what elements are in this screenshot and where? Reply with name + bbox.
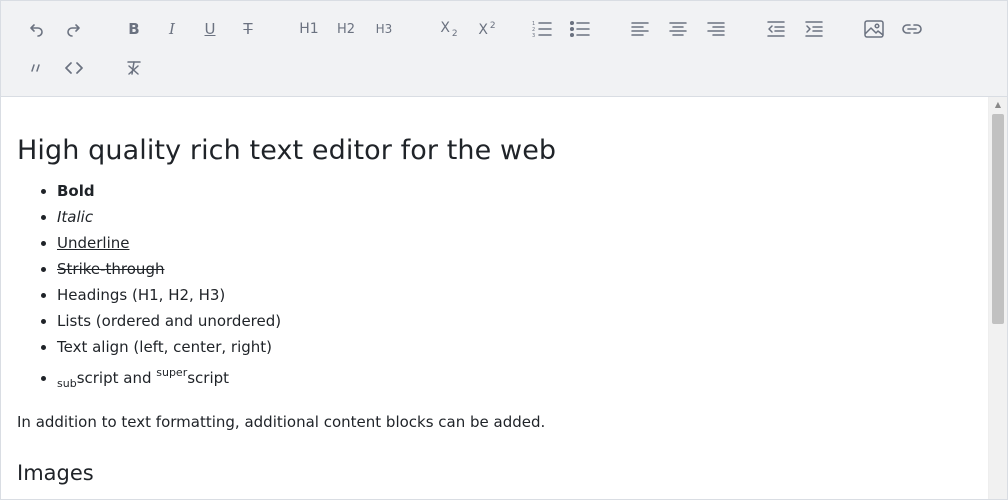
italic-label: I (169, 20, 175, 38)
align-left-icon (631, 22, 649, 36)
insert-image-button[interactable] (860, 15, 888, 43)
document-title: High quality rich text editor for the we… (17, 135, 557, 166)
subsup-tail-text: script (187, 369, 230, 387)
list-item: subscript and superscript (57, 360, 989, 397)
list-item: Bold (57, 178, 989, 204)
feature-list: Bold Italic Underline Strike-through Hea… (17, 178, 989, 397)
bold-label: B (128, 20, 140, 38)
heading3-button[interactable]: H3 (370, 15, 398, 43)
superscript-mark: 2 (489, 20, 496, 31)
align-center-button[interactable] (664, 15, 692, 43)
bullet-list-button[interactable] (566, 15, 594, 43)
intro-paragraph: In addition to text formatting, addition… (17, 413, 546, 431)
align-center-icon (669, 22, 687, 36)
undo-button[interactable] (22, 15, 50, 43)
underline-button[interactable]: U (196, 15, 224, 43)
code-button[interactable] (60, 54, 88, 82)
align-right-icon (707, 22, 725, 36)
list-item: Headings (H1, H2, H3) (57, 282, 989, 308)
italic-button[interactable]: I (158, 15, 186, 43)
h1-label: H1 (299, 21, 319, 37)
document-body[interactable]: High quality rich text editor for the we… (1, 135, 989, 485)
editor-toolbar: B I U T H1 H2 H3 X2 X2 1 2 3 (1, 1, 1007, 97)
subscript-label: X2 (440, 20, 457, 39)
scrollbar-thumb[interactable] (992, 114, 1004, 324)
section-heading-images: Images (17, 461, 94, 485)
clear-format-button[interactable] (120, 54, 148, 82)
subscript-x: X (440, 19, 450, 36)
insert-link-button[interactable] (898, 15, 926, 43)
ordered-list-icon: 1 2 3 (532, 21, 552, 38)
subscript-text: sub (57, 377, 77, 390)
indent-icon (805, 21, 823, 37)
underline-label: U (204, 20, 216, 38)
blockquote-icon (31, 64, 40, 72)
outdent-icon (767, 21, 785, 37)
subsup-middle-text: script and (76, 369, 157, 387)
align-right-button[interactable] (702, 15, 730, 43)
rich-text-editor: B I U T H1 H2 H3 X2 X2 1 2 3 High qualit… (0, 0, 1008, 500)
list-item: Italic (57, 204, 989, 230)
redo-button[interactable] (60, 15, 88, 43)
code-icon (65, 62, 83, 74)
clear-format-icon (127, 61, 141, 75)
strike-label: T (243, 20, 253, 38)
blockquote-button[interactable] (22, 54, 50, 82)
superscript-button[interactable]: X2 (473, 15, 501, 43)
list-item: Text align (left, center, right) (57, 334, 989, 360)
redo-icon (67, 24, 80, 37)
image-icon (864, 20, 884, 38)
h2-label: H2 (336, 21, 356, 37)
superscript-label: X2 (478, 21, 495, 38)
list-item: Strike-through (57, 256, 989, 282)
undo-icon (30, 24, 43, 37)
heading1-button[interactable]: H1 (295, 15, 323, 43)
superscript-text: super (156, 366, 188, 379)
link-icon (902, 24, 922, 34)
list-item: Lists (ordered and unordered) (57, 308, 989, 334)
indent-button[interactable] (800, 15, 828, 43)
editor-content[interactable]: High quality rich text editor for the we… (1, 97, 989, 499)
svg-text:3: 3 (532, 33, 535, 38)
superscript-x: X (478, 21, 488, 38)
strike-button[interactable]: T (234, 15, 262, 43)
subscript-mark: 2 (451, 28, 458, 39)
align-left-button[interactable] (626, 15, 654, 43)
scroll-up-arrow-icon[interactable]: ▲ (993, 99, 1003, 109)
h3-label: H3 (375, 22, 393, 36)
bullet-list-icon (570, 20, 590, 38)
list-item: Underline (57, 230, 989, 256)
subscript-button[interactable]: X2 (435, 15, 463, 43)
vertical-scrollbar[interactable]: ▲ (988, 97, 1007, 499)
heading2-button[interactable]: H2 (332, 15, 360, 43)
bold-button[interactable]: B (120, 15, 148, 43)
outdent-button[interactable] (762, 15, 790, 43)
ordered-list-button[interactable]: 1 2 3 (528, 15, 556, 43)
